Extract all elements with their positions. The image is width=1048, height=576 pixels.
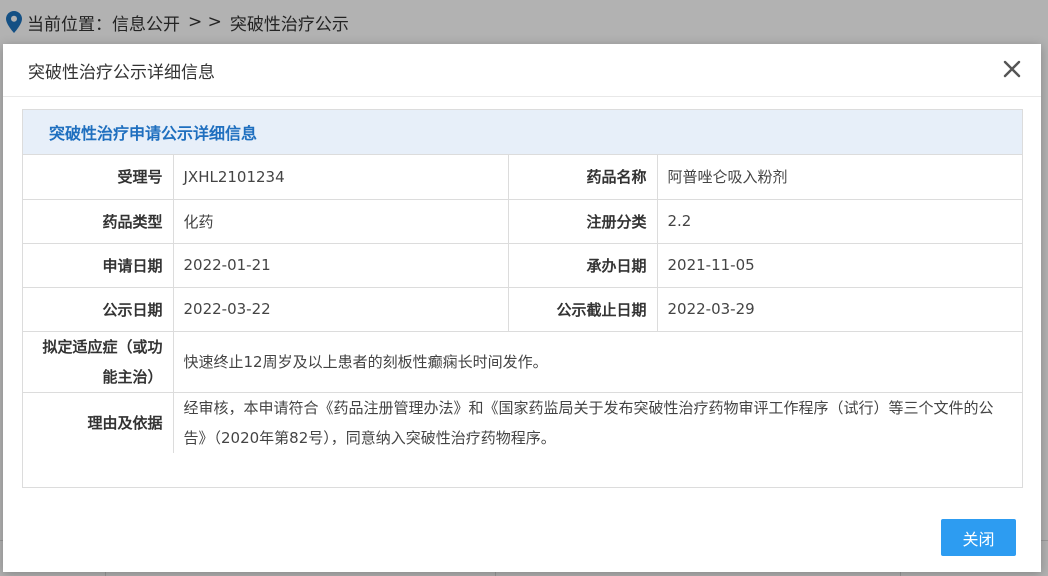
publish-date-value: 2022-03-22 bbox=[173, 287, 509, 332]
acceptance-no-value: JXHL2101234 bbox=[173, 155, 509, 200]
detail-modal: 突破性治疗公示详细信息 突破性治疗申请公示详细信息 受理号 JXHL210123… bbox=[3, 44, 1041, 572]
reg-class-label: 注册分类 bbox=[508, 199, 658, 244]
detail-table: 受理号 JXHL2101234 药品名称 阿普唑仑吸入粉剂 药品类型 化药 注册… bbox=[23, 155, 1022, 453]
publish-end-label: 公示截止日期 bbox=[508, 287, 658, 332]
close-button[interactable]: 关闭 bbox=[941, 519, 1016, 556]
table-row: 药品类型 化药 注册分类 2.2 bbox=[23, 199, 1022, 244]
reason-label: 理由及依据 bbox=[23, 392, 174, 453]
acceptance-no-label: 受理号 bbox=[23, 155, 174, 200]
table-row: 拟定适应症（或功能主治） 快速终止12周岁及以上患者的刻板性癫痫长时间发作。 bbox=[23, 331, 1022, 393]
drug-name-value: 阿普唑仑吸入粉剂 bbox=[657, 155, 1022, 200]
modal-header: 突破性治疗公示详细信息 bbox=[3, 44, 1041, 97]
drug-type-value: 化药 bbox=[173, 199, 509, 244]
apply-date-label: 申请日期 bbox=[23, 243, 174, 288]
apply-date-value: 2022-01-21 bbox=[173, 243, 509, 288]
table-row: 理由及依据 经审核，本申请符合《药品注册管理办法》和《国家药监局关于发布突破性治… bbox=[23, 392, 1022, 453]
panel-title: 突破性治疗申请公示详细信息 bbox=[23, 110, 1022, 155]
handle-date-value: 2021-11-05 bbox=[657, 243, 1022, 288]
detail-panel: 突破性治疗申请公示详细信息 受理号 JXHL2101234 药品名称 阿普唑仑吸… bbox=[22, 109, 1023, 488]
table-row: 申请日期 2022-01-21 承办日期 2021-11-05 bbox=[23, 243, 1022, 288]
drug-name-label: 药品名称 bbox=[508, 155, 658, 200]
table-row: 公示日期 2022-03-22 公示截止日期 2022-03-29 bbox=[23, 287, 1022, 332]
indication-value: 快速终止12周岁及以上患者的刻板性癫痫长时间发作。 bbox=[173, 331, 1022, 393]
indication-label: 拟定适应症（或功能主治） bbox=[23, 331, 174, 393]
table-row: 受理号 JXHL2101234 药品名称 阿普唑仑吸入粉剂 bbox=[23, 155, 1022, 200]
reason-value: 经审核，本申请符合《药品注册管理办法》和《国家药监局关于发布突破性治疗药物审评工… bbox=[183, 398, 994, 447]
publish-end-value: 2022-03-29 bbox=[657, 287, 1022, 332]
close-icon[interactable] bbox=[1001, 58, 1023, 80]
drug-type-label: 药品类型 bbox=[23, 199, 174, 244]
reg-class-value: 2.2 bbox=[657, 199, 1022, 244]
handle-date-label: 承办日期 bbox=[508, 243, 658, 288]
publish-date-label: 公示日期 bbox=[23, 287, 174, 332]
modal-title: 突破性治疗公示详细信息 bbox=[28, 63, 215, 83]
